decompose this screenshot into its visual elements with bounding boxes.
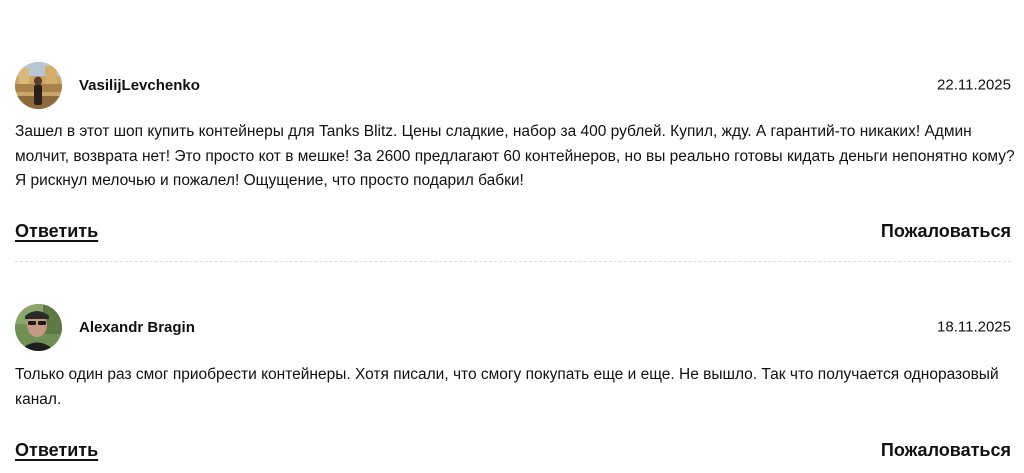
comment-text: Только один раз смог приобрести контейне… [15, 366, 999, 408]
user-avatar-icon [15, 303, 62, 351]
avatar[interactable] [15, 61, 62, 109]
report-link[interactable]: Пожаловаться [881, 221, 1011, 242]
comment-author: VasilijLevchenko [79, 76, 200, 94]
reply-link[interactable]: Ответить [15, 440, 98, 461]
reply-link[interactable]: Ответить [15, 221, 98, 242]
comment-header: Alexandr Bragin 18.11.2025 [15, 303, 1011, 351]
comment-date: 18.11.2025 [937, 318, 1011, 336]
comment-divider [15, 261, 1011, 262]
comment-text: Зашел в этот шоп купить контейнеры для T… [15, 123, 1015, 189]
comment-item: Alexandr Bragin 18.11.2025 Только один р… [15, 303, 1011, 473]
user-avatar-icon [15, 61, 62, 109]
comment-actions: Ответить Пожаловаться [15, 221, 1011, 245]
avatar[interactable] [15, 303, 62, 351]
comment-date: 22.11.2025 [937, 76, 1011, 94]
comment-author: Alexandr Bragin [79, 318, 195, 336]
report-link[interactable]: Пожаловаться [881, 440, 1011, 461]
comment-item: VasilijLevchenko 22.11.2025 Зашел в этот… [15, 61, 1015, 262]
comment-actions: Ответить Пожаловаться [15, 440, 1011, 464]
comment-header: VasilijLevchenko 22.11.2025 [15, 61, 1011, 109]
